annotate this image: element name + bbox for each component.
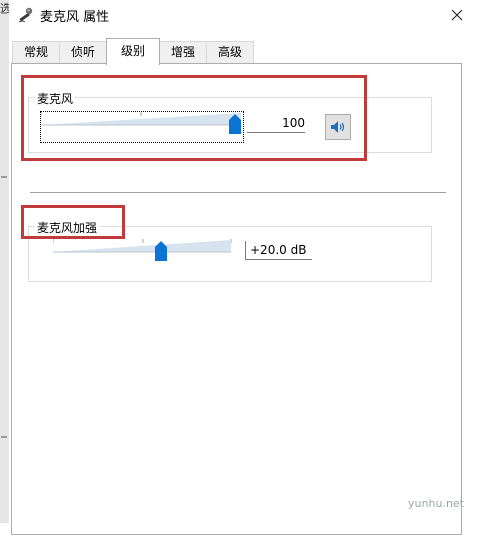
background-window-mark [1,12,7,14]
tab-strip: 常规 侦听 级别 增强 高级 [9,38,478,65]
microphone-icon [18,7,33,23]
microphone-label: 麦克风 [35,90,76,107]
tab-advanced[interactable]: 高级 [206,41,254,63]
tab-enhancements[interactable]: 增强 [159,41,207,63]
background-window-mark [1,176,7,178]
microphone-group: 麦克风 100 [28,90,432,153]
tab-levels[interactable]: 级别 [106,38,160,65]
slider-track [41,112,241,126]
window-title: 麦克风 属性 [40,10,110,25]
title-bar: 麦克风 属性 [9,0,478,30]
microphone-boost-value[interactable]: +20.0 dB [245,241,312,260]
watermark-text: yunhu.net [408,497,464,510]
microphone-boost-group: 麦克风加强 +20.0 dB [28,219,432,282]
slider-track [53,239,232,253]
microphone-mute-button[interactable] [325,114,351,140]
tab-listen[interactable]: 侦听 [59,41,107,63]
microphone-properties-dialog: 麦克风 属性 常规 侦听 级别 增强 高级 麦克风 100 麦克风加强 +20.… [9,0,478,535]
tab-general[interactable]: 常规 [12,41,60,63]
close-button[interactable] [438,0,476,30]
microphone-boost-slider-thumb[interactable] [155,241,168,261]
close-icon [451,9,463,21]
levels-panel: 麦克风 100 麦克风加强 +20.0 dB [11,63,462,535]
microphone-slider-thumb[interactable] [229,114,241,134]
microphone-level-slider[interactable] [40,111,244,143]
microphone-boost-label: 麦克风加强 [35,219,100,236]
background-window-mark [1,436,7,438]
section-divider [30,192,446,193]
speaker-icon [331,121,345,133]
microphone-boost-slider[interactable] [53,239,233,269]
microphone-level-value[interactable]: 100 [247,114,305,133]
